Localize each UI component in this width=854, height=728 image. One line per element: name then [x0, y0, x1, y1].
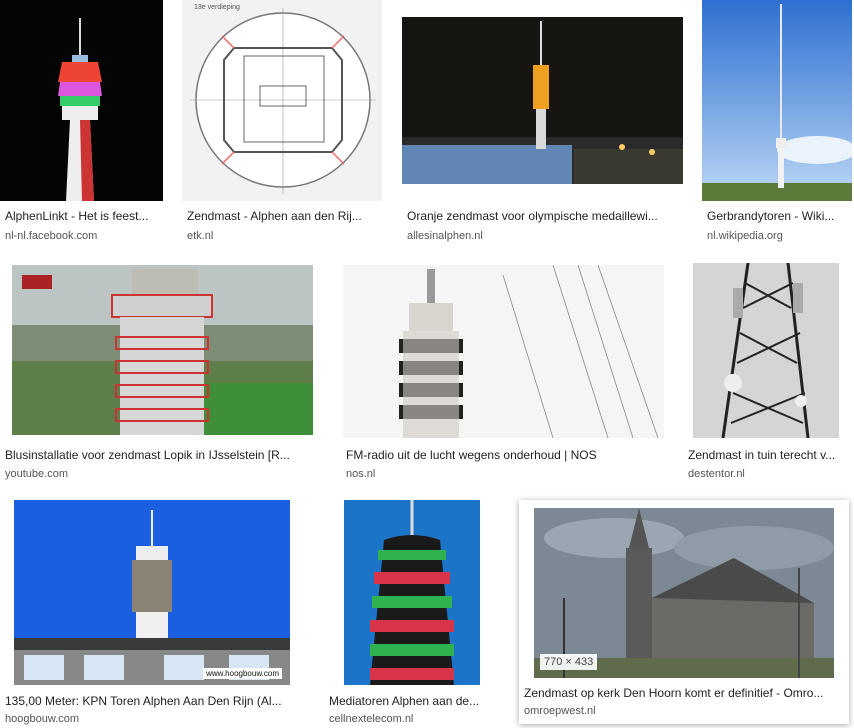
result-title[interactable]: Oranje zendmast voor olympische medaille…	[407, 209, 685, 223]
result-source[interactable]: allesinalphen.nl	[407, 230, 685, 242]
result-card-8[interactable]: www.hoogbouw.com 135,00 Meter: KPN Toren…	[0, 500, 305, 728]
result-title[interactable]: FM-radio uit de lucht wegens onderhoud |…	[346, 448, 666, 462]
result-source[interactable]: nl.wikipedia.org	[707, 230, 852, 242]
result-source[interactable]: omroepwest.nl	[524, 705, 842, 717]
result-title[interactable]: Blusinstallatie voor zendmast Lopik in I…	[5, 448, 315, 462]
floorplan-caption: 13e verdieping	[194, 4, 240, 11]
result-source[interactable]: hoogbouw.com	[5, 713, 300, 725]
result-title[interactable]: Zendmast - Alphen aan den Rij...	[187, 209, 385, 223]
result-card-2[interactable]: 13e verdieping Zendmast - Alphen aan den…	[182, 0, 387, 250]
tower-lights-image[interactable]	[0, 0, 163, 201]
result-title[interactable]: 135,00 Meter: KPN Toren Alphen Aan Den R…	[5, 694, 300, 708]
result-card-9[interactable]: Mediatoren Alphen aan de... cellnextelec…	[324, 500, 499, 728]
result-title[interactable]: Zendmast in tuin terecht v...	[688, 448, 854, 462]
result-title[interactable]: Mediatoren Alphen aan de...	[329, 694, 497, 708]
result-title[interactable]: Gerbrandytoren - Wiki...	[707, 209, 852, 223]
orange-tower-image[interactable]	[402, 17, 683, 184]
result-source[interactable]: destentor.nl	[688, 468, 854, 480]
result-source[interactable]: nos.nl	[346, 468, 666, 480]
tower-top-image[interactable]	[343, 265, 664, 438]
tall-mast-image[interactable]	[702, 0, 852, 201]
result-card-3[interactable]: Oranje zendmast voor olympische medaille…	[402, 0, 687, 250]
result-card-6[interactable]: FM-radio uit de lucht wegens onderhoud |…	[341, 263, 671, 485]
green-red-tower-image[interactable]	[344, 500, 480, 685]
lattice-mast-image[interactable]	[693, 263, 839, 438]
floorplan-image[interactable]: 13e verdieping	[182, 0, 382, 201]
result-title[interactable]: AlphenLinkt - Het is feest...	[5, 209, 165, 223]
result-card-5[interactable]: Blusinstallatie voor zendmast Lopik in I…	[0, 263, 325, 485]
aerial-tower-image[interactable]	[12, 265, 313, 435]
result-card-10[interactable]: 770 × 433 Zendmast op kerk Den Hoorn kom…	[519, 500, 849, 724]
blue-sky-tower-image[interactable]: www.hoogbouw.com	[14, 500, 290, 685]
result-source[interactable]: cellnextelecom.nl	[329, 713, 497, 725]
watermark: www.hoogbouw.com	[203, 668, 282, 679]
result-source[interactable]: nl-nl.facebook.com	[5, 230, 165, 242]
result-title[interactable]: Zendmast op kerk Den Hoorn komt er defin…	[524, 686, 842, 700]
result-source[interactable]: youtube.com	[5, 468, 315, 480]
result-card-4[interactable]: Gerbrandytoren - Wiki... nl.wikipedia.or…	[702, 0, 854, 250]
result-source[interactable]: etk.nl	[187, 230, 385, 242]
image-dimensions-badge: 770 × 433	[540, 654, 598, 670]
result-card-7[interactable]: Zendmast in tuin terecht v... destentor.…	[683, 263, 854, 485]
result-card-1[interactable]: AlphenLinkt - Het is feest... nl-nl.face…	[0, 0, 168, 250]
church-image[interactable]: 770 × 433	[534, 508, 834, 678]
